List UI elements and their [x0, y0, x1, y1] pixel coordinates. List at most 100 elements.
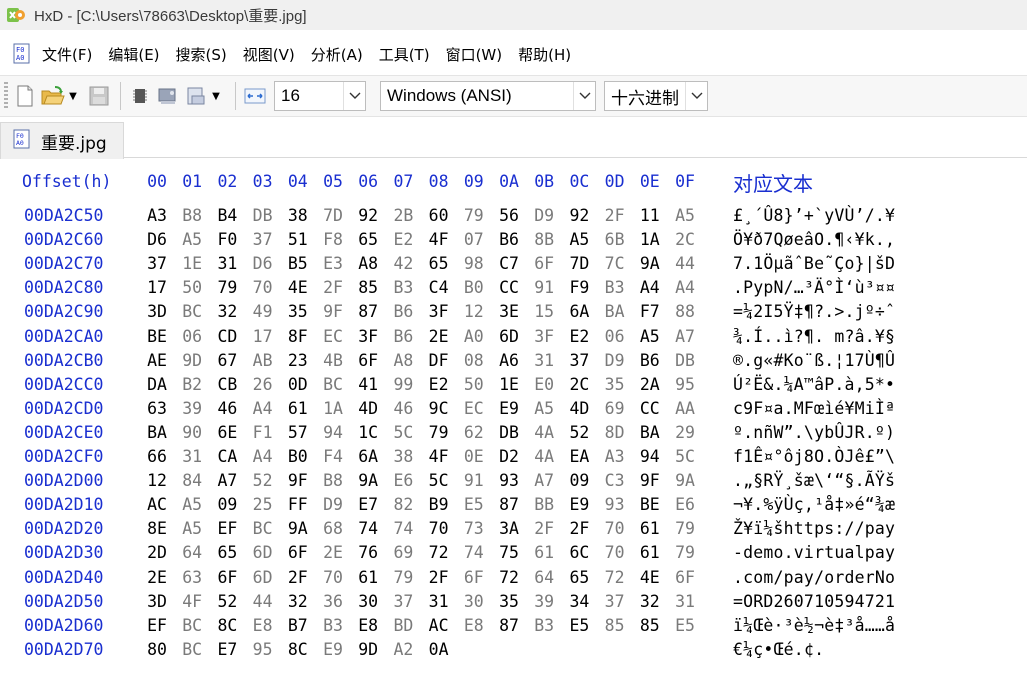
hex-byte[interactable]: DB	[248, 206, 278, 225]
hex-byte[interactable]: A3	[142, 206, 172, 225]
hex-byte[interactable]: BE	[142, 327, 172, 346]
hex-byte[interactable]: BC	[177, 302, 207, 321]
hex-byte[interactable]: BA	[600, 302, 630, 321]
hex-byte[interactable]: 94	[635, 447, 665, 466]
hex-byte[interactable]: 31	[424, 592, 454, 611]
hex-byte[interactable]: 3F	[424, 302, 454, 321]
hex-byte[interactable]: 65	[212, 543, 242, 562]
hex-byte[interactable]: 64	[177, 543, 207, 562]
hex-byte[interactable]: 67	[212, 351, 242, 370]
hex-byte[interactable]: 29	[670, 423, 700, 442]
hex-byte[interactable]: 7D	[318, 206, 348, 225]
menu-tools[interactable]: 工具(T)	[379, 44, 430, 65]
hex-byte[interactable]: 6F	[529, 254, 559, 273]
hex-byte[interactable]: 95	[248, 640, 278, 659]
hex-byte[interactable]: 46	[212, 399, 242, 418]
hex-byte[interactable]: A3	[600, 447, 630, 466]
hex-byte[interactable]: 08	[459, 351, 489, 370]
bytes-per-row-select[interactable]: 16	[274, 81, 366, 111]
hex-byte[interactable]: 91	[529, 278, 559, 297]
hex-byte[interactable]: BA	[142, 423, 172, 442]
hex-byte[interactable]: 49	[248, 302, 278, 321]
hex-byte[interactable]: 8B	[529, 230, 559, 249]
decoded-text[interactable]: Ö¥ð7QøeâO.¶‹¥k.,	[733, 230, 895, 249]
hex-byte[interactable]: 93	[600, 495, 630, 514]
hex-byte[interactable]: 9A	[353, 471, 383, 490]
hex-byte[interactable]: 31	[529, 351, 559, 370]
menu-file[interactable]: 文件(F)	[42, 44, 92, 65]
hex-byte[interactable]: 9A	[635, 254, 665, 273]
charset-select[interactable]: Windows (ANSI)	[380, 81, 596, 111]
hex-byte[interactable]: A8	[388, 351, 418, 370]
hex-byte[interactable]: 6D	[494, 327, 524, 346]
hex-byte[interactable]: 38	[283, 206, 313, 225]
hex-byte[interactable]: 79	[388, 568, 418, 587]
hex-byte[interactable]: AC	[142, 495, 172, 514]
hex-byte[interactable]: C4	[424, 278, 454, 297]
hex-byte[interactable]: 2F	[318, 278, 348, 297]
hex-byte[interactable]: 2C	[564, 375, 594, 394]
hex-byte[interactable]: 37	[142, 254, 172, 273]
hex-byte[interactable]: 6B	[600, 230, 630, 249]
hex-byte[interactable]: 69	[388, 543, 418, 562]
hex-byte[interactable]: EC	[318, 327, 348, 346]
hex-byte[interactable]: 46	[388, 399, 418, 418]
decoded-text[interactable]: ï¼Œè·³è½¬è‡³å……å	[733, 616, 895, 635]
hex-byte[interactable]: A7	[212, 471, 242, 490]
hex-byte[interactable]: AC	[424, 616, 454, 635]
hex-byte[interactable]: EF	[142, 616, 172, 635]
hex-byte[interactable]: 65	[424, 254, 454, 273]
hex-byte[interactable]: 4D	[353, 399, 383, 418]
hex-byte[interactable]: 2F	[600, 206, 630, 225]
hex-byte[interactable]: DF	[424, 351, 454, 370]
hex-byte[interactable]: 4E	[635, 568, 665, 587]
hex-byte[interactable]: 65	[564, 568, 594, 587]
hex-byte[interactable]: B0	[283, 447, 313, 466]
hex-byte[interactable]: 61	[529, 543, 559, 562]
disk-drive-icon[interactable]	[155, 83, 181, 109]
hex-byte[interactable]: B4	[212, 206, 242, 225]
hex-byte[interactable]: BB	[529, 495, 559, 514]
hex-byte[interactable]: B3	[318, 616, 348, 635]
hex-byte[interactable]: 85	[600, 616, 630, 635]
hex-byte[interactable]: 36	[318, 592, 348, 611]
hex-byte[interactable]: 0E	[459, 447, 489, 466]
decoded-text[interactable]: Ú²Ë&.¼A™âP.à,5*•	[733, 375, 895, 394]
decoded-text[interactable]: ®.g«#Ko¨ß.¦17Ù¶Û	[733, 351, 895, 370]
hex-byte[interactable]: 84	[177, 471, 207, 490]
hex-byte[interactable]: BC	[177, 616, 207, 635]
hex-byte[interactable]: E9	[318, 640, 348, 659]
hex-byte[interactable]: 79	[424, 423, 454, 442]
hex-byte[interactable]: 35	[283, 302, 313, 321]
hex-byte[interactable]: 2E	[424, 327, 454, 346]
hex-byte[interactable]: 98	[459, 254, 489, 273]
hex-byte[interactable]: 2F	[529, 519, 559, 538]
decoded-text[interactable]: .com/pay/orderNo	[733, 568, 895, 587]
hex-byte[interactable]: 30	[459, 592, 489, 611]
hex-byte[interactable]: D9	[529, 206, 559, 225]
hex-byte[interactable]: 92	[353, 206, 383, 225]
hex-byte[interactable]: 70	[248, 278, 278, 297]
hex-byte[interactable]: E7	[212, 640, 242, 659]
hex-byte[interactable]: E7	[353, 495, 383, 514]
hex-byte[interactable]: E5	[564, 616, 594, 635]
hex-byte[interactable]: 57	[283, 423, 313, 442]
hex-byte[interactable]: 6F	[670, 568, 700, 587]
hex-byte[interactable]: 56	[494, 206, 524, 225]
hex-byte[interactable]: EC	[459, 399, 489, 418]
hex-byte[interactable]: 44	[670, 254, 700, 273]
hex-byte[interactable]: 8C	[212, 616, 242, 635]
hex-byte[interactable]: 62	[459, 423, 489, 442]
hex-byte[interactable]: D2	[494, 447, 524, 466]
decoded-text[interactable]: -demo.virtualpay	[733, 543, 895, 562]
hex-byte[interactable]: 1A	[635, 230, 665, 249]
hex-byte[interactable]: 39	[529, 592, 559, 611]
hex-byte[interactable]: 90	[177, 423, 207, 442]
hex-byte[interactable]: B6	[635, 351, 665, 370]
hex-byte[interactable]: B9	[424, 495, 454, 514]
hex-byte[interactable]: D9	[318, 495, 348, 514]
hex-byte[interactable]: 50	[177, 278, 207, 297]
hex-byte[interactable]: 5C	[670, 447, 700, 466]
hex-byte[interactable]: 3E	[494, 302, 524, 321]
hex-byte[interactable]: E8	[248, 616, 278, 635]
